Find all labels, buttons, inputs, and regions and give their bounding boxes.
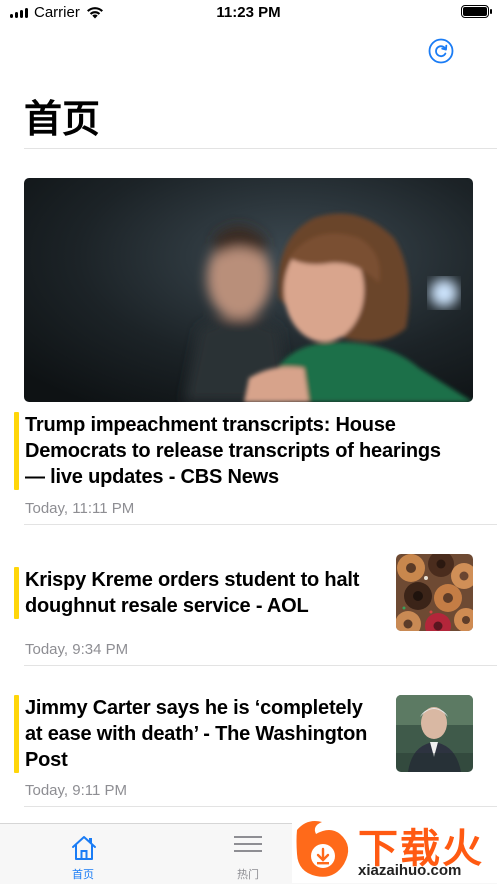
article-thumbnail[interactable]	[396, 554, 473, 631]
headline-line: Post	[25, 749, 68, 771]
headline-line: at ease with death’ - The Washington	[25, 723, 368, 745]
article-accent-bar	[14, 567, 19, 619]
title-divider	[24, 148, 497, 149]
home-icon	[72, 836, 96, 860]
headline-line: Democrats to release transcripts of hear…	[25, 440, 441, 462]
article-time: Today, 9:11 PM	[25, 782, 127, 799]
headline-line: Trump impeachment transcripts: House	[25, 414, 396, 436]
row-divider	[24, 665, 497, 666]
article-time: Today, 11:11 PM	[25, 500, 135, 517]
article-time: Today, 9:34 PM	[25, 641, 129, 658]
article-accent-bar	[14, 695, 19, 773]
watermark-logo: 下载火 xiazaihuo.com	[292, 818, 497, 883]
list-icon	[234, 836, 262, 852]
tab-home[interactable]: 首页	[3, 824, 163, 884]
article-headline[interactable]: Jimmy Carter says he is ‘completely at e…	[25, 695, 367, 773]
page-title: 首页	[24, 99, 101, 141]
tab-label: 首页	[72, 869, 94, 881]
headline-line: doughnut resale service - AOL	[25, 595, 309, 617]
status-time: 11:23 PM	[216, 4, 281, 21]
headline-line: Jimmy Carter says he is ‘completely	[25, 697, 363, 719]
article-accent-bar	[14, 412, 19, 490]
row-divider	[24, 806, 497, 807]
article-headline[interactable]: Krispy Kreme orders student to halt doug…	[25, 567, 359, 619]
row-divider	[24, 524, 497, 525]
battery-icon	[461, 5, 492, 18]
refresh-icon[interactable]	[428, 38, 454, 64]
headline-line: Krispy Kreme orders student to halt	[25, 569, 360, 591]
article-thumbnail[interactable]	[396, 695, 473, 772]
headline-line: — live updates - CBS News	[25, 466, 279, 488]
status-bar: Carrier 11:23 PM	[0, 0, 497, 26]
watermark-url: xiazaihuo.com	[358, 862, 462, 879]
featured-article-image[interactable]	[24, 178, 473, 402]
article-headline[interactable]: Trump impeachment transcripts: House Dem…	[25, 412, 441, 490]
